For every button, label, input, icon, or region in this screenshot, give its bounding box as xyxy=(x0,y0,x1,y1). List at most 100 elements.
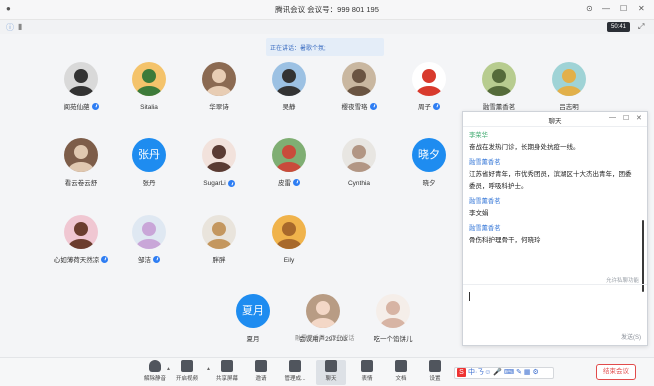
participant-name-row: 胖胖 xyxy=(213,254,226,264)
participant-avatar xyxy=(64,215,98,249)
participant-avatar xyxy=(132,215,166,249)
participant-name-row: Eily xyxy=(284,257,294,264)
chat-scrollbar[interactable] xyxy=(642,220,644,292)
ime-toolbar[interactable]: S 中·ㄋ☺ 🎤 ⌨ ✎ ▦ ⚙ xyxy=(454,367,554,379)
participant-tile[interactable]: 周子 xyxy=(396,62,462,114)
toolbar-button[interactable]: 管理成... xyxy=(280,360,310,382)
chat-title: 聊天 xyxy=(548,118,562,125)
participant-tile[interactable]: Sitalia xyxy=(116,62,182,114)
participant-tile[interactable]: 融雪薰香茗 xyxy=(466,62,532,114)
meeting-info-bar: ⓘ ▮ xyxy=(0,20,654,34)
participant-tile[interactable]: 吴静 xyxy=(256,62,322,114)
participant-avatar xyxy=(306,294,340,328)
toolbar-button[interactable]: 邀请 xyxy=(246,360,276,382)
participant-tile[interactable]: Cynthia xyxy=(326,138,392,190)
chat-maximize-icon[interactable]: ☐ xyxy=(623,114,629,122)
voice-badge-icon xyxy=(153,255,160,263)
participant-tile[interactable]: 心如薄荷天然凉 xyxy=(48,215,114,267)
chat-input[interactable] xyxy=(463,285,647,330)
participant-name: 邹洁 xyxy=(138,257,151,264)
fullscreen-icon[interactable]: ⤢ xyxy=(638,22,644,32)
participant-name: Cynthia xyxy=(347,180,371,187)
voice-badge-icon xyxy=(369,102,377,110)
participant-name: 夏月 xyxy=(246,336,260,343)
pin-icon[interactable]: ⊙ xyxy=(586,4,593,13)
participant-tile[interactable]: 胖胖 xyxy=(186,215,252,267)
participant-tile[interactable]: 吃一个馅饼儿 xyxy=(360,294,426,346)
message-text: 李文娟 xyxy=(469,210,489,217)
participant-avatar xyxy=(202,138,236,172)
voice-badge-icon xyxy=(293,178,300,186)
participant-avatar xyxy=(272,138,306,172)
participant-tile[interactable]: 吕志明 xyxy=(536,62,602,114)
info-icon[interactable]: ⓘ xyxy=(6,22,14,33)
chat-header[interactable]: 聊天 — ☐ ✕ xyxy=(463,112,647,127)
participant-name-row: 看云卷云舒 xyxy=(65,177,98,187)
chat-close-icon[interactable]: ✕ xyxy=(636,114,642,122)
participant-name: 胖胖 xyxy=(212,257,226,264)
participant-name: 吴静 xyxy=(282,104,296,111)
participant-name-row: 樱夜雪珞 xyxy=(342,101,377,111)
invite-icon xyxy=(255,360,267,372)
close-icon[interactable]: ✕ xyxy=(638,4,645,13)
participant-tile[interactable]: 晓夕 晓夕 xyxy=(396,138,462,190)
end-meeting-button[interactable]: 结束会议 xyxy=(596,364,636,380)
maximize-icon[interactable]: ☐ xyxy=(620,4,627,13)
send-button[interactable]: 发送(S) xyxy=(621,332,641,341)
participant-name-row: 周子 xyxy=(418,101,440,111)
private-chat-setting[interactable]: 允许私聊功能 xyxy=(606,276,639,284)
participant-name: 张丹 xyxy=(142,180,156,187)
message-sender: 融雪薰香茗 xyxy=(469,159,501,166)
participant-tile[interactable]: SugarLi xyxy=(186,138,252,190)
minimize-icon[interactable]: — xyxy=(602,4,610,13)
participant-tile[interactable]: 皮雷 xyxy=(256,138,322,190)
camera-off-icon xyxy=(181,360,193,372)
ime-controls: 中·ㄋ☺ 🎤 ⌨ ✎ ▦ ⚙ xyxy=(467,369,539,376)
participant-avatar xyxy=(412,62,446,96)
participant-tile[interactable]: 夏月 夏月 xyxy=(220,294,286,346)
message-text: 奋战在发热门诊，长期身处抗疫一线。 xyxy=(469,144,580,151)
toolbar-button[interactable]: 共享屏幕 xyxy=(212,360,242,382)
toolbar-label: 管理成... xyxy=(284,376,306,382)
participant-name: 吕志明 xyxy=(559,104,579,111)
participant-name-row: 吃一个馅饼儿 xyxy=(374,333,413,343)
toolbar-caret-icon[interactable]: ▲ xyxy=(206,366,211,372)
participant-avatar: 晓夕 xyxy=(412,138,446,172)
participant-tile[interactable]: 华翠诗 xyxy=(186,62,252,114)
toolbar-label: 表情 xyxy=(361,376,373,382)
participant-name-row: 晓夕 xyxy=(423,177,436,187)
speaker-tooltip: 融雪薰香茗 · 正在说话 xyxy=(295,336,355,342)
share-screen-icon xyxy=(221,360,233,372)
participant-avatar xyxy=(272,215,306,249)
participant-tile[interactable]: 张丹 张丹 xyxy=(116,138,182,190)
chat-window[interactable]: 聊天 — ☐ ✕ 李荣华 奋战在发热门诊，长期身处抗疫一线。 融雪薰香茗 江苏省好青年… xyxy=(462,111,648,346)
participant-name: 融雪薰香茗 xyxy=(482,104,516,111)
message-text: 江苏省好青年，市优秀团员，滨湖区十大杰出青年，团委委员，呼吸科护士。 xyxy=(469,171,632,190)
participant-tile[interactable]: 看云卷云舒 xyxy=(48,138,114,190)
toolbar-button[interactable]: 文档 xyxy=(386,360,416,382)
toolbar-button[interactable]: 聊天 xyxy=(316,360,346,385)
participant-avatar xyxy=(272,62,306,96)
toolbar-button[interactable]: 表情 xyxy=(352,360,382,382)
toolbar-button[interactable]: 设置 xyxy=(420,360,450,382)
participant-avatar xyxy=(202,215,236,249)
participant-avatar xyxy=(132,62,166,96)
participant-tile[interactable]: 邹洁 xyxy=(116,215,182,267)
chat-minimize-icon[interactable]: — xyxy=(609,114,616,121)
participant-tile[interactable]: 樱夜雪珞 xyxy=(326,62,392,114)
toolbar-label: 开启视频 xyxy=(175,376,198,382)
toolbar-label: 文档 xyxy=(395,376,407,382)
participant-name-row: 吕志明 xyxy=(559,101,579,111)
toolbar-caret-icon[interactable]: ▲ xyxy=(166,366,171,372)
settings-icon xyxy=(429,360,441,372)
participant-avatar xyxy=(64,62,98,96)
window-title: 腾讯会议 会议号：999 801 195 xyxy=(275,5,379,14)
participant-name-row: Sitalia xyxy=(140,104,158,111)
toolbar-label: 设置 xyxy=(429,376,441,382)
participant-tile[interactable]: 阆苑仙葩 xyxy=(48,62,114,114)
participant-name-row: 吴静 xyxy=(283,101,296,111)
participant-name: 华翠诗 xyxy=(209,104,229,111)
toolbar-button[interactable]: 开启视频 xyxy=(172,360,202,382)
participant-tile[interactable]: Eily xyxy=(256,215,322,267)
participant-name-row: 心如薄荷天然凉 xyxy=(54,254,109,264)
